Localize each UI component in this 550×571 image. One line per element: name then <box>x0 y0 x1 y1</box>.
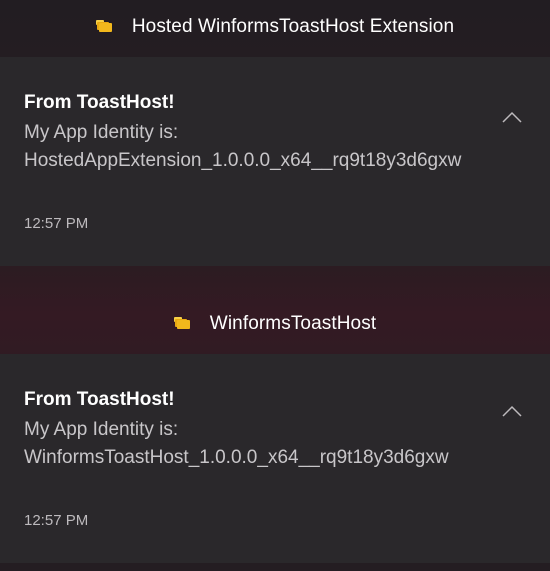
group-header-winforms-toast-host[interactable]: WinformsToastHost <box>0 311 550 337</box>
toast-title: From ToastHost! <box>24 389 175 410</box>
chevron-up-icon[interactable] <box>502 110 522 124</box>
group-app-name: Hosted WinformsToastHost Extension <box>131 16 455 37</box>
toast-title: From ToastHost! <box>24 92 175 113</box>
toast-notification[interactable]: From ToastHost! My App Identity is: Host… <box>0 57 550 266</box>
group-header-hosted-extension[interactable]: Hosted WinformsToastHost Extension <box>0 14 550 40</box>
toast-timestamp: 12:57 PM <box>24 215 89 232</box>
notification-center: Hosted WinformsToastHost Extension From … <box>0 0 550 571</box>
toast-body-line2: HostedAppExtension_1.0.0.0_x64__rq9t18y3… <box>24 150 462 171</box>
toast-body: My App Identity is: WinformsToastHost_1.… <box>24 416 484 472</box>
app-folder-icon <box>95 20 114 34</box>
toast-timestamp: 12:57 PM <box>24 512 89 529</box>
toast-body-line1: My App Identity is: <box>24 122 179 143</box>
toast-body-line1: My App Identity is: <box>24 419 179 440</box>
toast-notification[interactable]: From ToastHost! My App Identity is: Winf… <box>0 354 550 563</box>
toast-body-line2: WinformsToastHost_1.0.0.0_x64__rq9t18y3d… <box>24 447 449 468</box>
group-app-name: WinformsToastHost <box>209 313 377 334</box>
toast-body: My App Identity is: HostedAppExtension_1… <box>24 119 484 175</box>
chevron-up-icon[interactable] <box>502 404 522 418</box>
app-folder-icon <box>173 317 192 331</box>
